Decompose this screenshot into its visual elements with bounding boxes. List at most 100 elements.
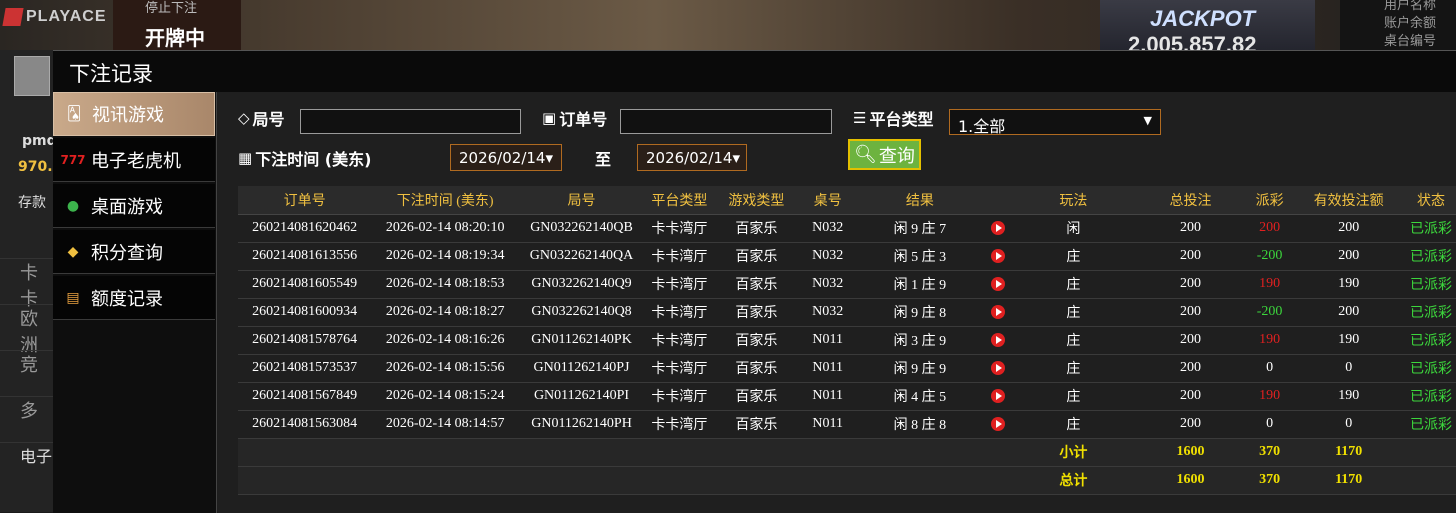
round-id-cell: GN032262140Q9: [519, 270, 644, 299]
valid-bet-cell: 190: [1291, 382, 1406, 411]
play-type-cell: 庄: [1013, 410, 1134, 439]
play-video-icon[interactable]: [990, 220, 1005, 235]
empty-cell: [857, 466, 983, 495]
summary-payout: 370: [1247, 438, 1292, 467]
payout-cell: -200: [1247, 242, 1292, 271]
replay-cell[interactable]: [982, 270, 1014, 299]
play-video-icon[interactable]: [990, 248, 1005, 263]
platform-cell: 卡卡湾厅: [643, 326, 715, 355]
subtotal-row: 小计 1600 370 1170: [238, 438, 1456, 467]
play-type-cell: 庄: [1013, 298, 1134, 327]
table-row: 260214081620462 2026-02-14 08:20:10 GN0322…: [238, 214, 1456, 243]
order-input[interactable]: [620, 109, 832, 134]
table-row: 260214081578764 2026-02-14 08:16:26 GN0112…: [238, 326, 1456, 355]
query-button[interactable]: 🔍︎ 查询: [848, 139, 921, 170]
record-content: ◇ 局号 ▣ 订单号 ☰ 平台类型 1.全部 ▼ ▦ 下注时间 (美东) 2026/02/…: [218, 92, 1456, 513]
replay-cell[interactable]: [982, 410, 1014, 439]
empty-cell: [238, 438, 372, 467]
play-video-icon[interactable]: [990, 388, 1005, 403]
menu-item-table-games[interactable]: ● 桌面游戏: [53, 184, 215, 228]
replay-cell[interactable]: [982, 298, 1014, 327]
result-cell: 闲 9 庄 9: [857, 354, 983, 383]
platform-cell: 卡卡湾厅: [643, 410, 715, 439]
replay-cell[interactable]: [982, 214, 1014, 243]
chevron-down-icon: ▾: [732, 149, 740, 167]
status-cell: 已派彩: [1405, 214, 1456, 243]
table-header-row: 订单号 下注时间 (美东) 局号 平台类型 游戏类型 桌号 结果 玩法 总投注 …: [238, 186, 1456, 215]
table-no-cell: N011: [798, 382, 858, 411]
total-bet-cell: 200: [1133, 242, 1248, 271]
total-bet-cell: 200: [1133, 270, 1248, 299]
bet-time-cell: 2026-02-14 08:19:34: [371, 242, 520, 271]
play-type-cell: 庄: [1013, 326, 1134, 355]
play-video-icon[interactable]: [990, 304, 1005, 319]
modal-title: 下注记录: [69, 62, 153, 86]
total-bet-cell: 200: [1133, 410, 1248, 439]
result-cell: 闲 9 庄 8: [857, 298, 983, 327]
round-input[interactable]: [300, 109, 521, 134]
bet-record-table: 订单号 下注时间 (美东) 局号 平台类型 游戏类型 桌号 结果 玩法 总投注 …: [238, 186, 1456, 495]
menu-item-slots[interactable]: 777 电子老虎机: [53, 138, 215, 182]
menu-item-points[interactable]: ◆ 积分查询: [53, 230, 215, 274]
round-id-cell: GN032262140QA: [519, 242, 644, 271]
summary-payout: 370: [1247, 466, 1292, 495]
date-to-picker[interactable]: 2026/02/14▾: [637, 144, 747, 171]
empty-cell: [798, 466, 858, 495]
menu-item-live-games[interactable]: 🂡 视讯游戏: [53, 92, 215, 136]
order-id-cell: 260214081578764: [238, 326, 372, 355]
result-cell: 闲 1 庄 9: [857, 270, 983, 299]
order-id-cell: 260214081563084: [238, 410, 372, 439]
table-row: 260214081567849 2026-02-14 08:15:24 GN0112…: [238, 382, 1456, 411]
side-row[interactable]: 电子: [0, 442, 54, 488]
date-from-picker[interactable]: 2026/02/14▾: [450, 144, 562, 171]
col-header: 游戏类型: [714, 186, 799, 215]
brand-logo: PLAYACE: [2, 8, 107, 26]
round-status-panel: 停止下注 开牌中: [113, 0, 241, 50]
play-video-icon[interactable]: [990, 276, 1005, 291]
col-header: 订单号: [238, 186, 372, 215]
col-header: 结果: [857, 186, 983, 215]
platform-filter-label: ☰ 平台类型: [853, 109, 934, 129]
platform-cell: 卡卡湾厅: [643, 242, 715, 271]
valid-bet-cell: 190: [1291, 326, 1406, 355]
record-menu: 🂡 视讯游戏 777 电子老虎机 ● 桌面游戏 ◆ 积分查询 ▤ 额度记录: [53, 92, 217, 513]
play-video-icon[interactable]: [990, 416, 1005, 431]
order-id-cell: 260214081620462: [238, 214, 372, 243]
valid-bet-cell: 200: [1291, 298, 1406, 327]
side-row[interactable]: 多: [0, 396, 54, 442]
replay-cell[interactable]: [982, 242, 1014, 271]
game-type-cell: 百家乐: [714, 354, 799, 383]
empty-cell: [519, 438, 644, 467]
empty-cell: [798, 438, 858, 467]
play-video-icon[interactable]: [990, 360, 1005, 375]
document-icon: ▤: [66, 289, 80, 306]
replay-cell[interactable]: [982, 354, 1014, 383]
col-header: 总投注: [1133, 186, 1248, 215]
to-label: 至: [595, 150, 612, 169]
game-type-cell: 百家乐: [714, 382, 799, 411]
side-balance: 970.: [18, 159, 53, 175]
platform-cell: 卡卡湾厅: [643, 354, 715, 383]
valid-bet-cell: 0: [1291, 354, 1406, 383]
play-type-cell: 庄: [1013, 354, 1134, 383]
play-video-icon[interactable]: [990, 332, 1005, 347]
table-no-cell: N032: [798, 270, 858, 299]
order-filter-label: ▣ 订单号: [542, 109, 608, 129]
account-info-panel: 用户名称 账户余额 桌台编号: [1340, 0, 1456, 50]
platform-select[interactable]: 1.全部 ▼: [949, 109, 1161, 136]
side-row[interactable]: 欧洲: [0, 304, 54, 356]
total-bet-cell: 200: [1133, 214, 1248, 243]
status-cell: 已派彩: [1405, 242, 1456, 271]
replay-cell[interactable]: [982, 326, 1014, 355]
payout-cell: 190: [1247, 382, 1292, 411]
valid-bet-cell: 190: [1291, 270, 1406, 299]
side-deposit[interactable]: 存款: [18, 192, 46, 212]
replay-cell[interactable]: [982, 382, 1014, 411]
bet-time-cell: 2026-02-14 08:16:26: [371, 326, 520, 355]
order-id-cell: 260214081605549: [238, 270, 372, 299]
table-row: 260214081563084 2026-02-14 08:14:57 GN0112…: [238, 410, 1456, 439]
total-row: 总计 1600 370 1170: [238, 466, 1456, 495]
side-row[interactable]: 卡卡: [0, 258, 54, 310]
side-row[interactable]: 竞: [0, 350, 54, 396]
menu-item-credit-records[interactable]: ▤ 额度记录: [53, 276, 215, 320]
